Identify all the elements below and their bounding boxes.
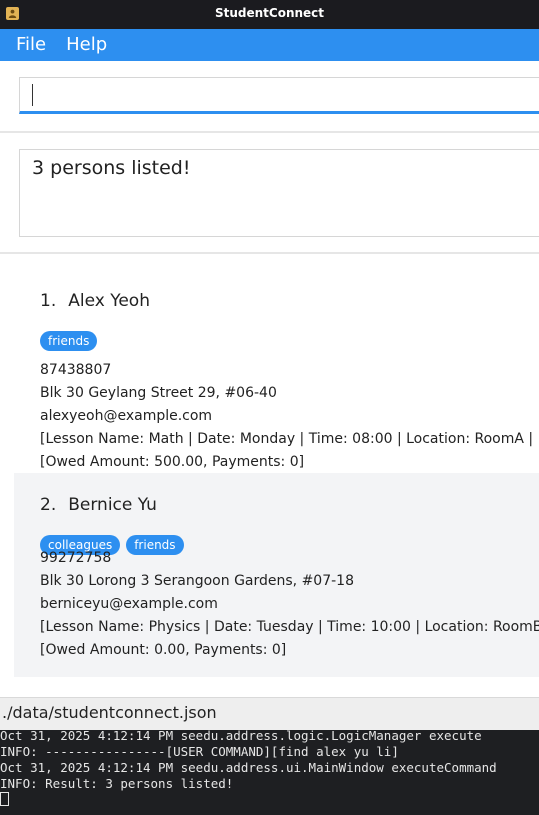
tag-badge: friends bbox=[126, 535, 184, 555]
command-area bbox=[0, 61, 539, 133]
person-lesson: [Lesson Name: Math | Date: Monday | Time… bbox=[40, 431, 534, 447]
terminal-line: Oct 31, 2025 4:12:14 PM seedu.address.lo… bbox=[0, 730, 482, 743]
person-payment: [Owed Amount: 500.00, Payments: 0] bbox=[40, 454, 305, 470]
person-list[interactable]: 1. Alex Yeoh friends 87438807 Blk 30 Geyl… bbox=[0, 254, 539, 697]
person-index: 1. bbox=[40, 291, 57, 311]
person-address: Blk 30 Geylang Street 29, #06-40 bbox=[40, 385, 277, 401]
person-name: Bernice Yu bbox=[68, 495, 157, 515]
person-email: alexyeoh@example.com bbox=[40, 408, 213, 424]
person-phone: 87438807 bbox=[40, 362, 112, 378]
command-input[interactable] bbox=[19, 77, 539, 114]
terminal-line: INFO: ----------------[USER COMMAND][fin… bbox=[0, 744, 399, 759]
person-email: berniceyu@example.com bbox=[40, 596, 218, 612]
person-name-line: 1. Alex Yeoh bbox=[40, 291, 150, 311]
result-display[interactable]: 3 persons listed! bbox=[19, 149, 539, 237]
tag-list: friends bbox=[40, 331, 98, 351]
person-name: Alex Yeoh bbox=[68, 291, 150, 311]
person-phone: 99272758 bbox=[40, 550, 112, 566]
person-address: Blk 30 Lorong 3 Serangoon Gardens, #07-1… bbox=[40, 573, 354, 589]
terminal-line: Oct 31, 2025 4:12:14 PM seedu.address.ui… bbox=[0, 760, 497, 775]
save-file-path: ./data/studentconnect.json bbox=[2, 703, 217, 722]
person-index: 2. bbox=[40, 495, 57, 515]
person-payment: [Owed Amount: 0.00, Payments: 0] bbox=[40, 642, 287, 658]
window-title: StudentConnect bbox=[214, 6, 325, 20]
menu-help[interactable]: Help bbox=[58, 29, 115, 61]
status-bar: ./data/studentconnect.json bbox=[0, 697, 539, 730]
terminal-log[interactable]: Oct 31, 2025 4:12:14 PM seedu.address.lo… bbox=[0, 730, 539, 815]
text-caret bbox=[32, 84, 33, 106]
result-area: 3 persons listed! bbox=[0, 133, 539, 254]
person-name-line: 2. Bernice Yu bbox=[40, 495, 157, 515]
terminal-cursor bbox=[0, 792, 9, 806]
menu-file[interactable]: File bbox=[8, 29, 54, 61]
result-message: 3 persons listed! bbox=[32, 157, 191, 179]
title-bar: StudentConnect bbox=[0, 0, 539, 29]
menu-bar: File Help bbox=[0, 29, 539, 61]
terminal-line: INFO: Result: 3 persons listed! bbox=[0, 776, 234, 791]
person-card[interactable]: 1. Alex Yeoh friends 87438807 Blk 30 Geyl… bbox=[14, 269, 539, 473]
person-card[interactable]: 2. Bernice Yu colleagues friends 99272758… bbox=[14, 473, 539, 677]
person-lesson: [Lesson Name: Physics | Date: Tuesday | … bbox=[40, 619, 539, 635]
tag-badge: friends bbox=[40, 331, 98, 351]
